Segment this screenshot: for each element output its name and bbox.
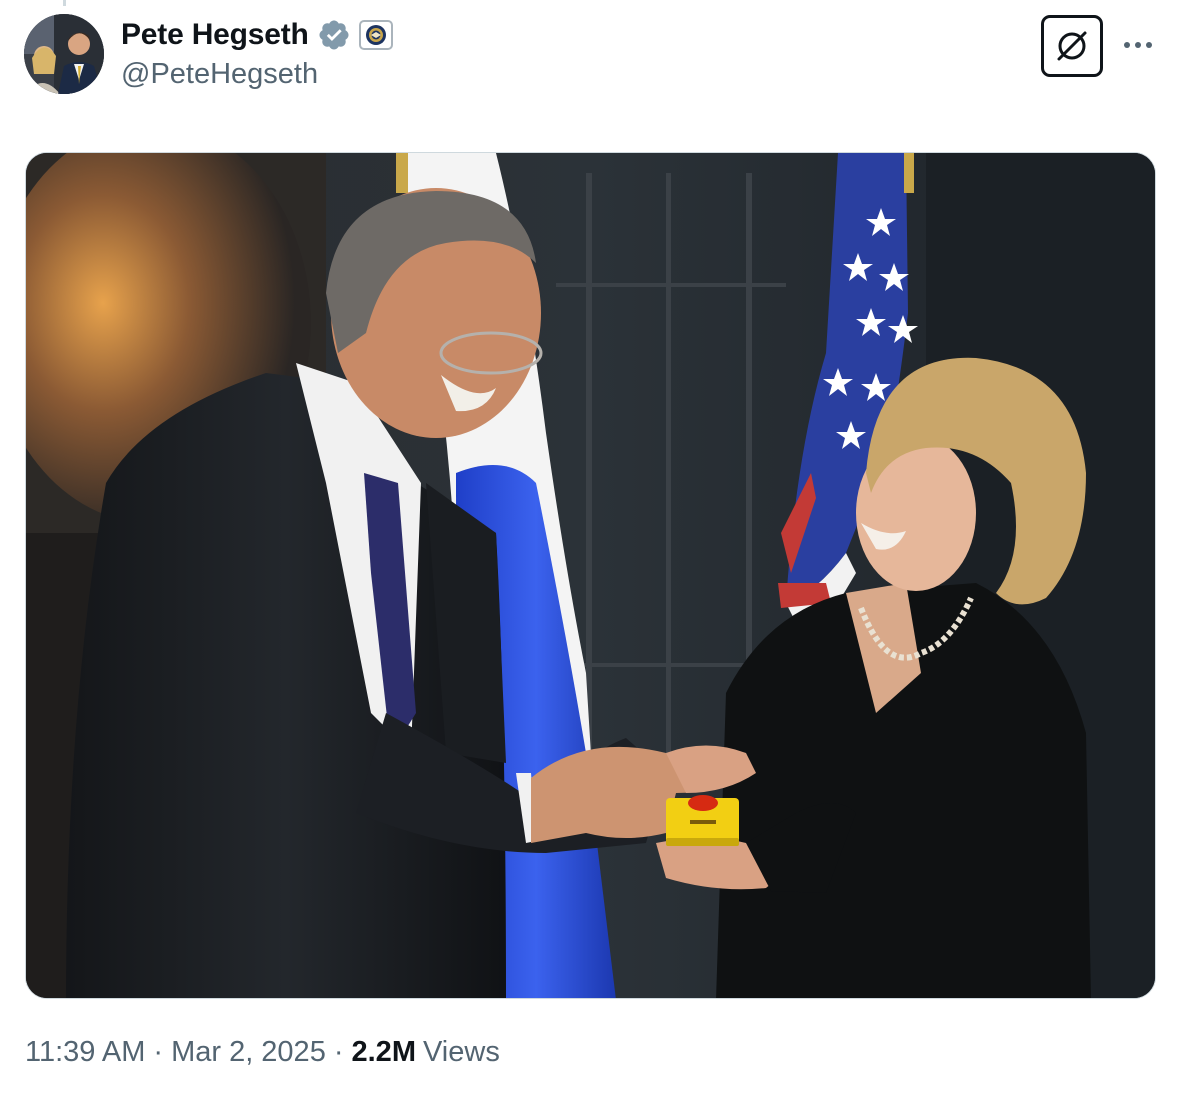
author-name-row: Pete Hegseth <box>121 16 393 54</box>
tweet-meta: 11:39 AM · Mar 2, 2025 · 2.2M Views <box>25 1036 500 1069</box>
meta-separator: · <box>153 1036 164 1068</box>
grok-icon <box>1057 31 1087 61</box>
views-label: Views <box>422 1036 500 1068</box>
tweet-photo[interactable] <box>25 152 1156 999</box>
grok-button[interactable] <box>1041 15 1103 77</box>
photo-media <box>26 153 1155 998</box>
dod-seal-icon[interactable] <box>358 20 393 50</box>
more-options-icon <box>1124 42 1152 48</box>
avatar[interactable] <box>24 14 104 94</box>
author-display-name[interactable]: Pete Hegseth <box>121 18 309 52</box>
meta-separator: · <box>333 1036 344 1068</box>
tweet-date[interactable]: Mar 2, 2025 <box>171 1036 326 1069</box>
views-count: 2.2M <box>351 1036 416 1068</box>
author-handle[interactable]: @PeteHegseth <box>121 58 318 91</box>
more-options-button[interactable] <box>1118 28 1158 62</box>
tweet-time[interactable]: 11:39 AM <box>25 1036 145 1069</box>
thread-connector-line <box>63 0 66 6</box>
verified-badge-icon[interactable] <box>317 18 351 52</box>
